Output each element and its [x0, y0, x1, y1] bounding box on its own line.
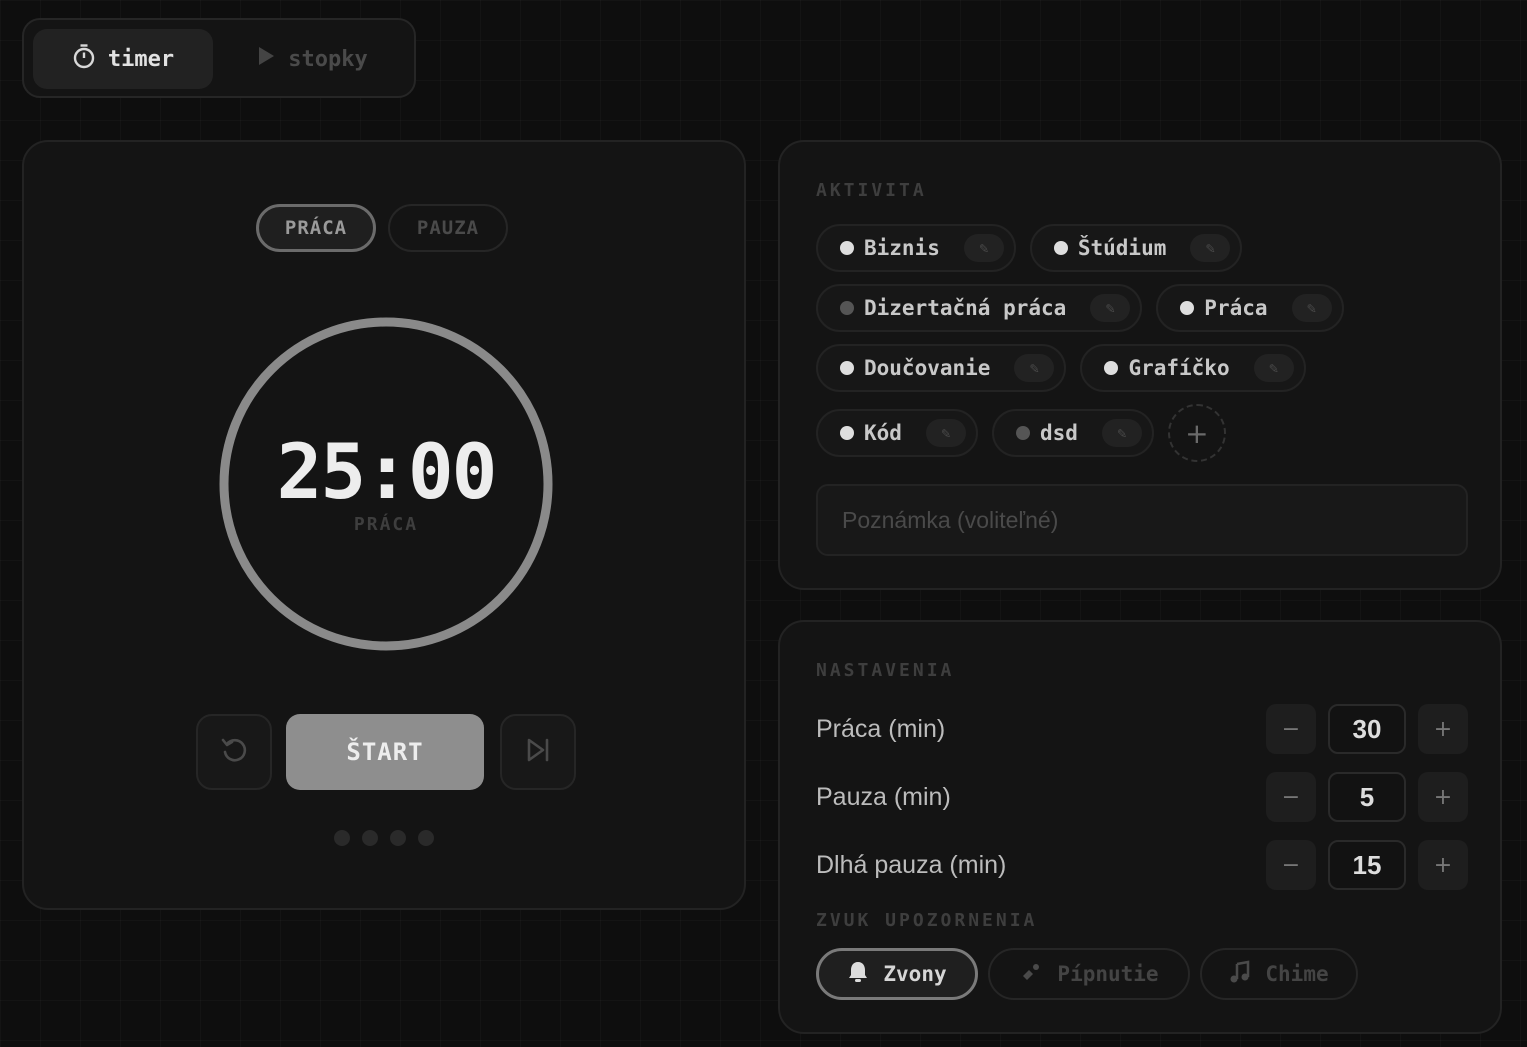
chip-doucovanie[interactable]: Doučovanie ✎	[816, 344, 1067, 392]
pencil-icon[interactable]: ✎	[1291, 294, 1332, 322]
work-stepper: − 30 +	[1266, 704, 1468, 754]
settings-panel: NASTAVENIA Práca (min) − 30 + Pauza (min…	[778, 620, 1502, 1034]
skip-button[interactable]	[500, 714, 576, 790]
pencil-icon[interactable]: ✎	[1253, 354, 1294, 382]
setting-label: Práca (min)	[816, 714, 946, 743]
timer-panel: PRÁCA PAUZA 25:00 PRÁCA ŠTART	[22, 140, 746, 910]
pencil-icon[interactable]: ✎	[1101, 419, 1142, 447]
setting-row-work: Práca (min) − 30 +	[816, 704, 1468, 754]
chip-praca[interactable]: Práca ✎	[1156, 284, 1344, 332]
sound-zvony-button[interactable]: Zvony	[816, 948, 978, 1000]
chip-dot	[1104, 361, 1119, 375]
chip-dot	[840, 301, 854, 315]
chip-studium[interactable]: Štúdium ✎	[1029, 224, 1243, 272]
setting-row-long-break: Dlhá pauza (min) − 15 +	[816, 840, 1468, 890]
tab-praca[interactable]: PRÁCA	[256, 204, 376, 252]
reset-icon	[219, 735, 249, 769]
settings-title: NASTAVENIA	[816, 660, 955, 681]
chip-label: Biznis	[864, 236, 940, 260]
chip-dot	[840, 426, 854, 440]
session-dot	[418, 830, 434, 846]
activity-panel: AKTIVITA Biznis ✎ Štúdium ✎ Dizertačná prá…	[778, 140, 1502, 590]
increment-button[interactable]: +	[1418, 772, 1468, 822]
decrement-button[interactable]: −	[1266, 772, 1316, 822]
sound-options: Zvony Pípnutie Chime	[816, 948, 1358, 1000]
sound-label: Pípnutie	[1057, 962, 1159, 986]
sound-pipnutie-button[interactable]: Pípnutie	[988, 948, 1190, 1000]
chip-dot	[840, 241, 854, 255]
chip-label: Štúdium	[1077, 236, 1167, 260]
session-dot	[390, 830, 406, 846]
chip-dsd[interactable]: dsd ✎	[991, 409, 1154, 457]
beep-icon	[1019, 960, 1043, 989]
timer-display: 25:00	[276, 427, 498, 516]
increment-button[interactable]: +	[1418, 840, 1468, 890]
chip-kod[interactable]: Kód ✎	[816, 409, 978, 457]
chip-dot	[1180, 301, 1195, 315]
chip-dot	[840, 361, 854, 375]
break-stepper: − 5 +	[1266, 772, 1468, 822]
reset-button[interactable]	[196, 714, 272, 790]
chip-biznis[interactable]: Biznis ✎	[816, 224, 1016, 272]
long-break-stepper: − 15 +	[1266, 840, 1468, 890]
stopwatch-icon	[72, 43, 96, 75]
chip-label: Práca	[1204, 296, 1268, 320]
chip-label: Grafíčko	[1128, 356, 1230, 380]
play-icon	[256, 45, 276, 73]
bell-icon	[847, 960, 869, 989]
session-dot	[334, 830, 350, 846]
setting-label: Pauza (min)	[816, 782, 951, 811]
stepper-value[interactable]: 5	[1328, 772, 1406, 822]
stopwatch-mode-button[interactable]: stopky	[221, 29, 403, 89]
chip-label: Kód	[864, 421, 902, 445]
decrement-button[interactable]: −	[1266, 840, 1316, 890]
start-button[interactable]: ŠTART	[286, 714, 484, 790]
timer-phase-label: PRÁCA	[353, 514, 419, 535]
phase-tabs: PRÁCA PAUZA	[256, 204, 508, 252]
stepper-value[interactable]: 15	[1328, 840, 1406, 890]
chip-dot	[1015, 426, 1030, 440]
setting-row-break: Pauza (min) − 5 +	[816, 772, 1468, 822]
sound-label: Zvony	[883, 962, 947, 986]
timer-mode-label: timer	[107, 46, 175, 72]
activity-chips: Biznis ✎ Štúdium ✎ Dizertačná práca ✎ Práca…	[816, 224, 1476, 462]
music-note-icon	[1229, 960, 1251, 989]
mode-switch: timer stopky	[22, 18, 416, 98]
sound-label: Chime	[1265, 962, 1329, 986]
stepper-value[interactable]: 30	[1328, 704, 1406, 754]
decrement-button[interactable]: −	[1266, 704, 1316, 754]
pencil-icon[interactable]: ✎	[925, 419, 966, 447]
skip-icon	[524, 737, 552, 767]
session-dot	[362, 830, 378, 846]
tab-pauza[interactable]: PAUZA	[388, 204, 508, 252]
pencil-icon[interactable]: ✎	[1090, 294, 1131, 322]
plus-icon: +	[1185, 416, 1209, 450]
note-input[interactable]	[816, 484, 1468, 556]
sound-chime-button[interactable]: Chime	[1200, 948, 1358, 1000]
chip-graficko[interactable]: Grafíčko ✎	[1080, 344, 1306, 392]
session-dots	[334, 830, 434, 846]
chip-label: Doučovanie	[864, 356, 991, 380]
chip-dot	[1053, 241, 1068, 255]
increment-button[interactable]: +	[1418, 704, 1468, 754]
pencil-icon[interactable]: ✎	[963, 234, 1004, 262]
add-activity-button[interactable]: +	[1167, 404, 1226, 462]
chip-label: dsd	[1039, 421, 1078, 445]
activity-title: AKTIVITA	[816, 180, 927, 201]
setting-label: Dlhá pauza (min)	[816, 850, 1007, 879]
chip-label: Dizertačná práca	[864, 296, 1067, 320]
chip-dizertacna-praca[interactable]: Dizertačná práca ✎	[816, 284, 1143, 332]
stopwatch-mode-label: stopky	[288, 46, 368, 72]
sound-title: ZVUK UPOZORNENIA	[816, 910, 1038, 931]
timer-mode-button[interactable]: timer	[33, 29, 213, 89]
pencil-icon[interactable]: ✎	[1190, 234, 1231, 262]
pencil-icon[interactable]: ✎	[1014, 354, 1055, 382]
